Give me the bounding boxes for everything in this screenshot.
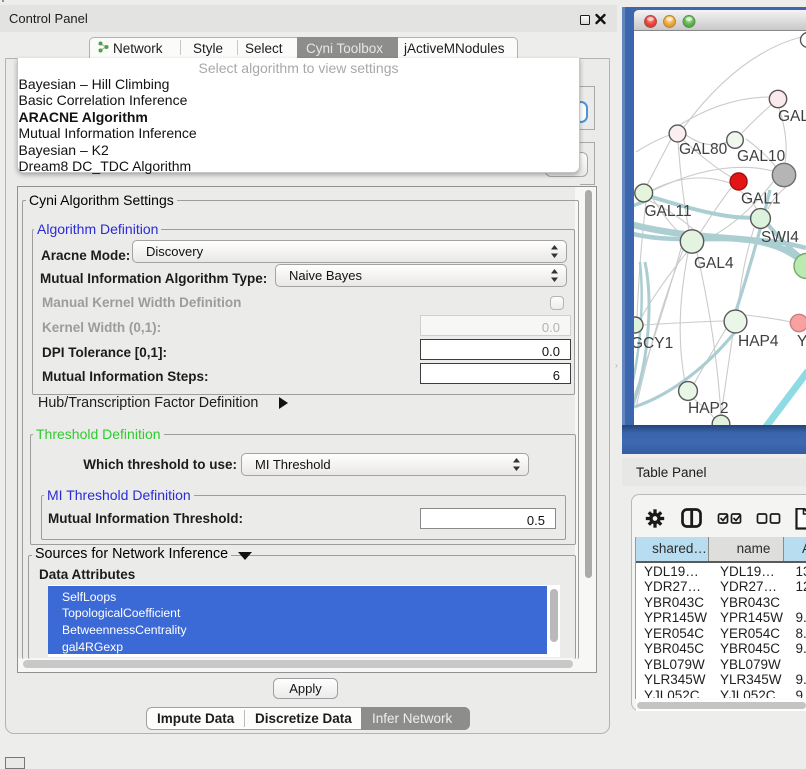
svg-text:GAL4: GAL4	[694, 255, 734, 272]
svg-text:HAP4: HAP4	[738, 333, 779, 350]
svg-text:GAL11: GAL11	[645, 203, 692, 220]
svg-text:GAL1: GAL1	[741, 191, 781, 208]
svg-text:GAL10: GAL10	[737, 148, 786, 165]
svg-text:Y: Y	[797, 333, 806, 350]
svg-text:GCY1: GCY1	[634, 335, 673, 352]
svg-text:GAL7: GAL7	[778, 108, 806, 125]
svg-text:HAP2: HAP2	[688, 400, 729, 417]
svg-text:SWI4: SWI4	[761, 229, 799, 246]
svg-text:GAL80: GAL80	[679, 141, 728, 158]
